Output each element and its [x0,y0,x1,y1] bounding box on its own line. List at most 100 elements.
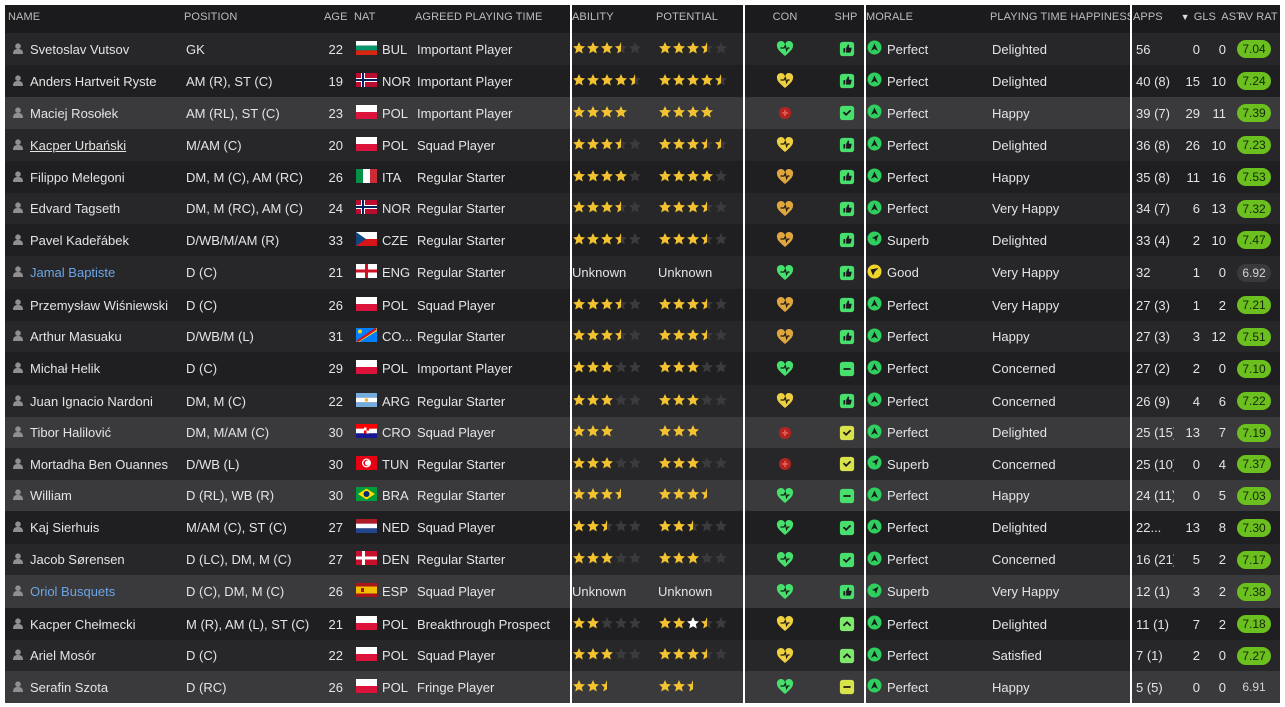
table-row[interactable]: Juan Ignacio Nardoni DM, M (C) 22 ARG Re… [5,385,1280,417]
player-morale-cell[interactable]: Perfect [867,97,987,129]
check-yellow-icon[interactable] [837,448,857,480]
table-row[interactable]: Edvard Tagseth DM, M (RC), AM (C) 24 NOR… [5,193,1280,224]
player-name[interactable]: William [30,488,72,503]
player-name-cell[interactable]: Jacob Sørensen [5,544,181,575]
player-morale-cell[interactable]: Perfect [867,640,987,671]
player-morale-cell[interactable]: Perfect [867,193,987,224]
heart-icon[interactable] [765,480,805,511]
table-row[interactable]: Kacper Chełmecki M (R), AM (L), ST (C) 2… [5,608,1280,640]
heart-icon[interactable] [765,129,805,161]
check-icon[interactable] [837,544,857,575]
player-name[interactable]: Filippo Melegoni [30,170,125,185]
header-playing-time[interactable]: AGREED PLAYING TIME [415,5,570,29]
heart-icon[interactable] [765,161,805,193]
player-name-cell[interactable]: Pavel Kadeřábek [5,224,181,256]
table-row[interactable]: Filippo Melegoni DM, M (C), AM (RC) 26 I… [5,161,1280,193]
player-name[interactable]: Maciej Rosołek [30,106,118,121]
heart-icon[interactable] [765,511,805,544]
thumbs-up-icon[interactable] [837,33,857,65]
player-name-cell[interactable]: Kacper Urbański [5,129,181,161]
player-name[interactable]: Jamal Baptiste [30,265,115,280]
header-happiness[interactable]: PLAYING TIME HAPPINESS [990,5,1130,29]
minus-yellow-icon[interactable] [837,671,857,703]
player-name[interactable]: Pavel Kadeřábek [30,233,129,248]
table-row[interactable]: Serafin Szota D (RC) 26 POL Fringe Playe… [5,671,1280,703]
thumbs-up-icon[interactable] [837,65,857,97]
thumbs-up-icon[interactable] [837,321,857,352]
player-name-cell[interactable]: Mortadha Ben Ouannes [5,448,181,480]
player-name-cell[interactable]: Michał Helik [5,352,181,385]
table-row[interactable]: Pavel Kadeřábek D/WB/M/AM (R) 33 CZE Reg… [5,224,1280,256]
injury-icon[interactable] [765,417,805,448]
player-name[interactable]: Arthur Masuaku [30,329,122,344]
player-morale-cell[interactable]: Perfect [867,161,987,193]
player-name-cell[interactable]: Serafin Szota [5,671,181,703]
header-nat[interactable]: NAT [354,5,394,29]
heart-icon[interactable] [765,33,805,65]
heart-icon[interactable] [765,352,805,385]
player-name[interactable]: Serafin Szota [30,680,108,695]
heart-icon[interactable] [765,65,805,97]
header-shp[interactable]: SHP [827,5,865,29]
player-name-cell[interactable]: William [5,480,181,511]
player-name[interactable]: Mortadha Ben Ouannes [30,457,168,472]
heart-icon[interactable] [765,224,805,256]
player-name-cell[interactable]: Svetoslav Vutsov [5,33,181,65]
player-name[interactable]: Michał Helik [30,361,100,376]
player-name-cell[interactable]: Filippo Melegoni [5,161,181,193]
player-morale-cell[interactable]: Perfect [867,544,987,575]
player-name-cell[interactable]: Arthur Masuaku [5,321,181,352]
player-morale-cell[interactable]: Perfect [867,480,987,511]
player-name-cell[interactable]: Anders Hartveit Ryste [5,65,181,97]
player-name[interactable]: Jacob Sørensen [30,552,125,567]
thumbs-up-icon[interactable] [837,129,857,161]
table-row[interactable]: Kacper Urbański M/AM (C) 20 POL Squad Pl… [5,129,1280,161]
player-morale-cell[interactable]: Superb [867,448,987,480]
table-row[interactable]: Svetoslav Vutsov GK 22 BUL Important Pla… [5,33,1280,65]
player-morale-cell[interactable]: Superb [867,224,987,256]
header-morale[interactable]: MORALE [866,5,976,29]
player-name[interactable]: Edvard Tagseth [30,201,120,216]
player-name[interactable]: Oriol Busquets [30,584,115,599]
player-name[interactable]: Kacper Urbański [30,138,126,153]
header-age[interactable]: AGE [324,5,347,29]
player-name[interactable]: Tibor Halilović [30,425,111,440]
player-name-cell[interactable]: Edvard Tagseth [5,193,181,224]
heart-icon[interactable] [765,640,805,671]
header-ability[interactable]: ABILITY [572,5,652,29]
thumbs-up-icon[interactable] [837,224,857,256]
heart-icon[interactable] [765,289,805,321]
heart-icon[interactable] [765,193,805,224]
minus-icon[interactable] [837,480,857,511]
heart-icon[interactable] [765,256,805,289]
table-row[interactable]: Przemysław Wiśniewski D (C) 26 POL Squad… [5,289,1280,321]
player-name[interactable]: Ariel Mosór [30,648,96,663]
header-potential[interactable]: POTENTIAL [656,5,741,29]
player-name[interactable]: Przemysław Wiśniewski [30,298,168,313]
heart-icon[interactable] [765,544,805,575]
table-row[interactable]: Ariel Mosór D (C) 22 POL Squad Player Pe… [5,640,1280,671]
player-name-cell[interactable]: Jamal Baptiste [5,256,181,289]
heart-icon[interactable] [765,321,805,352]
up-arrow-icon[interactable] [837,608,857,640]
player-name[interactable]: Kacper Chełmecki [30,617,136,632]
player-morale-cell[interactable]: Perfect [867,385,987,417]
player-name-cell[interactable]: Kaj Sierhuis [5,511,181,544]
player-name-cell[interactable]: Juan Ignacio Nardoni [5,385,181,417]
check-icon[interactable] [837,511,857,544]
header-name[interactable]: NAME [8,5,178,29]
player-morale-cell[interactable]: Perfect [867,129,987,161]
injury-icon[interactable] [765,97,805,129]
table-row[interactable]: William D (RL), WB (R) 30 BRA Regular St… [5,480,1280,511]
header-gls[interactable]: ▼ GLS [1168,5,1216,29]
player-name-cell[interactable]: Ariel Mosór [5,640,181,671]
minus-icon[interactable] [837,352,857,385]
table-row[interactable]: Arthur Masuaku D/WB/M (L) 31 CO... Regul… [5,321,1280,352]
check-icon[interactable] [837,97,857,129]
player-morale-cell[interactable]: Perfect [867,289,987,321]
header-apps[interactable]: APPS [1133,5,1169,29]
table-row[interactable]: Tibor Halilović DM, M/AM (C) 30 CRO Squa… [5,417,1280,448]
player-morale-cell[interactable]: Perfect [867,671,987,703]
thumbs-up-icon[interactable] [837,575,857,608]
injury-icon[interactable] [765,448,805,480]
